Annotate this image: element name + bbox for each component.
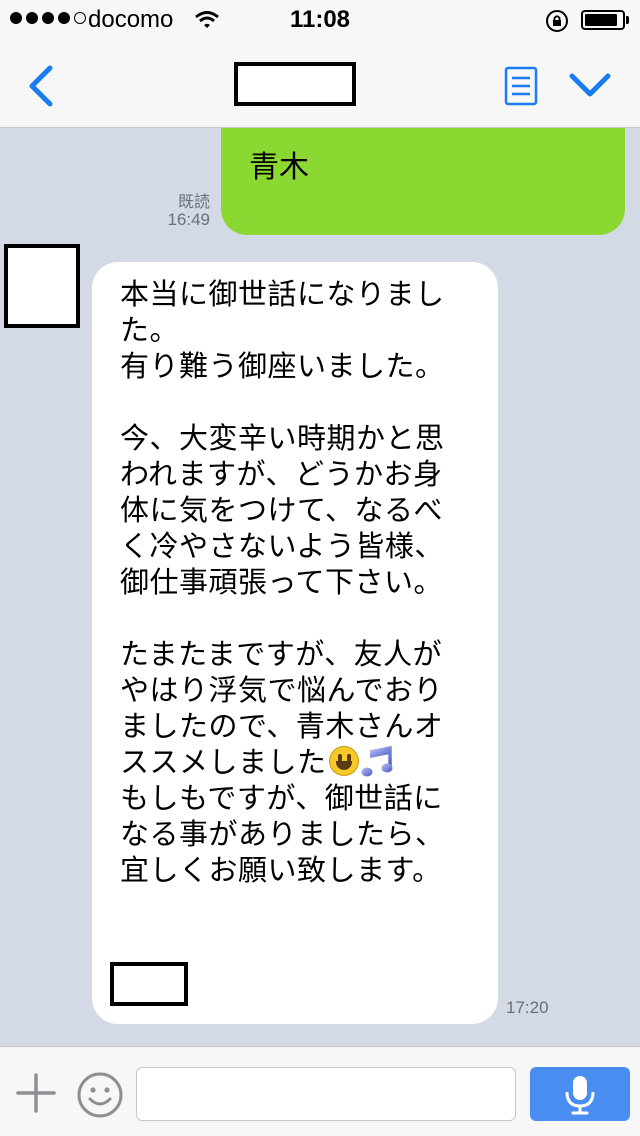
smiley-icon [77,1072,123,1118]
status-time: 11:08 [289,6,351,33]
battery-tip [626,16,629,24]
message-input[interactable] [136,1067,516,1121]
note-button[interactable] [500,66,542,106]
note-icon [504,66,538,106]
microphone-icon [565,1076,595,1115]
sent-message-time: 16:49 [167,210,210,229]
input-bar [0,1046,640,1136]
message-line: ましたので、青木さんオ [120,709,444,743]
message-line: く冷やさないよう皆様、 [120,529,444,563]
message-line: 今、大変辛い時期かと思 [120,421,445,455]
music-notes-icon [361,746,393,777]
message-line: なる事がありましたら、 [120,817,445,851]
plus-icon [16,1073,56,1113]
message-line: ススメしました [120,745,327,779]
message-line: 有り難う御座いました。 [120,349,445,383]
nav-bar [0,40,640,128]
chevron-left-icon [29,65,53,107]
message-line: た。 [120,313,180,347]
back-button[interactable] [22,62,62,110]
smiley-face-icon [328,746,359,776]
read-receipt: 既読 [177,192,210,211]
message-line: たまたまですが、友人が [120,637,443,671]
chat-title-redacted [234,62,356,106]
received-message-bubble[interactable]: 本当に御世話になりまし た。 有り難う御座いました。 今、大変辛い時期かと思 わ… [92,262,498,1024]
rotation-lock-icon [546,10,568,32]
sent-message-bubble[interactable]: 青木 [221,128,625,235]
message-line [120,384,488,420]
avatar[interactable] [4,244,80,328]
sent-message-text: 青木 [249,150,309,185]
sticker-button[interactable] [76,1071,124,1119]
chat-area[interactable]: 青木 既読 16:49 本当に御世話になりまし た。 有り難う御座いました。 今… [0,128,640,1046]
message-line: 体に気をつけて、なるべ [120,493,444,527]
message-line: やはり浮気で悩んでおり [120,673,444,707]
add-button[interactable] [14,1071,58,1115]
message-line: 御仕事頑張って下さい。 [120,565,444,599]
message-line: 本当に御世話になりまし [120,277,445,311]
message-line: われますが、どうかお身 [120,457,443,491]
redacted-signature [110,962,188,1006]
status-bar: docomo 11:08 [0,0,640,40]
voice-input-button[interactable] [530,1067,630,1121]
chevron-down-icon [569,73,611,97]
message-line: もしもですが、御世話に [120,781,443,815]
message-line: 宜しくお願い致します。 [120,853,442,887]
battery-icon [581,10,625,30]
expand-menu-button[interactable] [566,66,614,106]
message-line [120,600,488,636]
message-line-with-emoji: ススメしました [120,744,488,780]
received-message-time: 17:20 [506,998,549,1017]
